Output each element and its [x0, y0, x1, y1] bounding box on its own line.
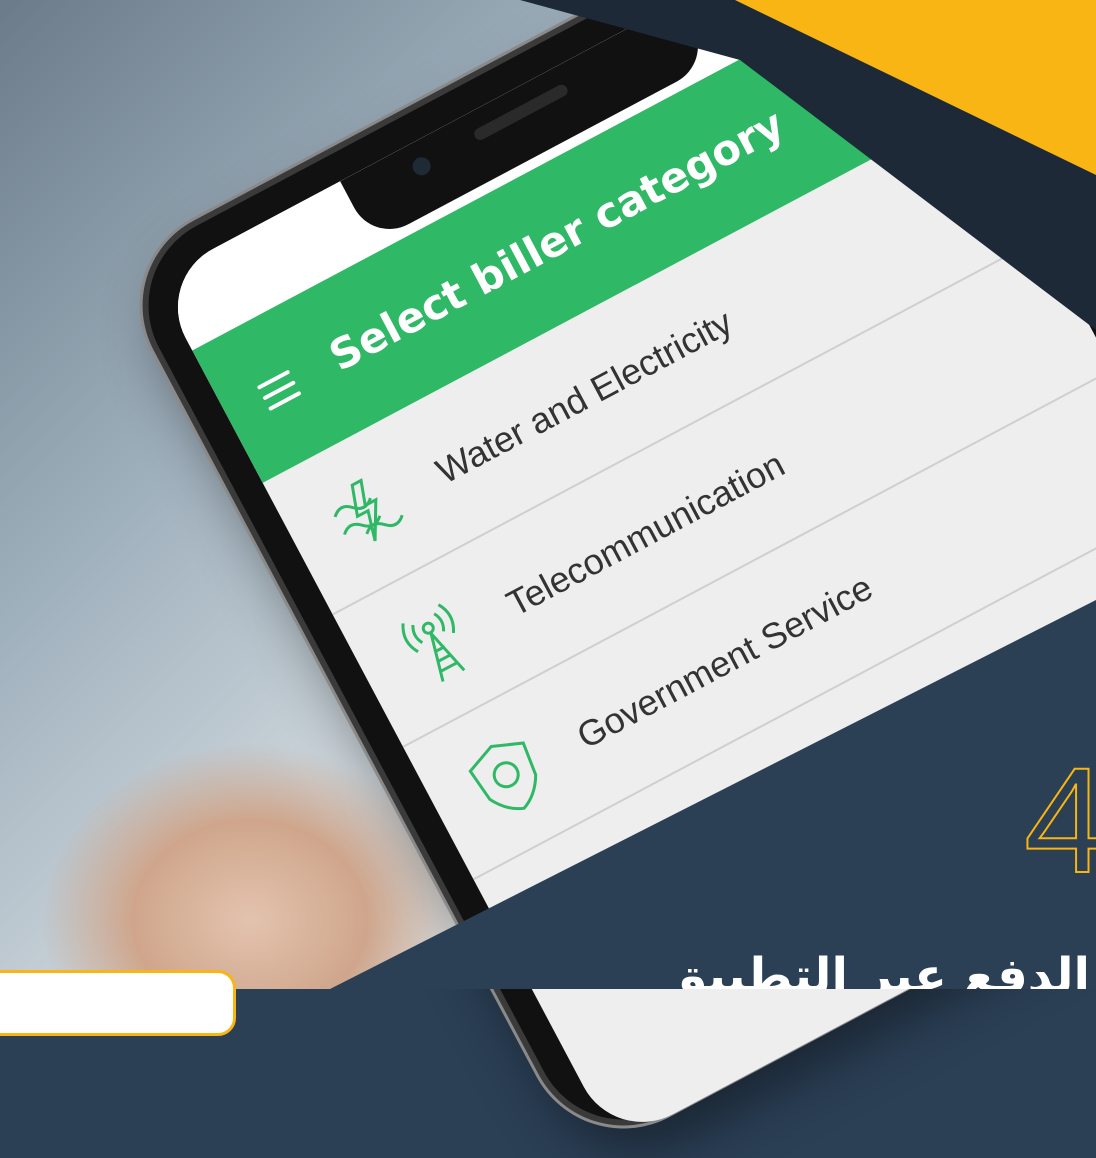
step-number-text: 4 — [1024, 760, 1096, 880]
water-electricity-icon — [333, 478, 404, 542]
poster-caption: الدفع عبر التطبيق — [664, 948, 1090, 989]
government-shield-icon — [468, 741, 538, 811]
bottom-badge — [0, 970, 236, 1036]
hamburger-menu-icon[interactable] — [256, 369, 302, 412]
speaker-grille — [472, 82, 570, 143]
front-camera-icon — [409, 154, 434, 179]
telecom-tower-icon — [401, 603, 466, 682]
step-number: 4 — [1023, 760, 1096, 880]
